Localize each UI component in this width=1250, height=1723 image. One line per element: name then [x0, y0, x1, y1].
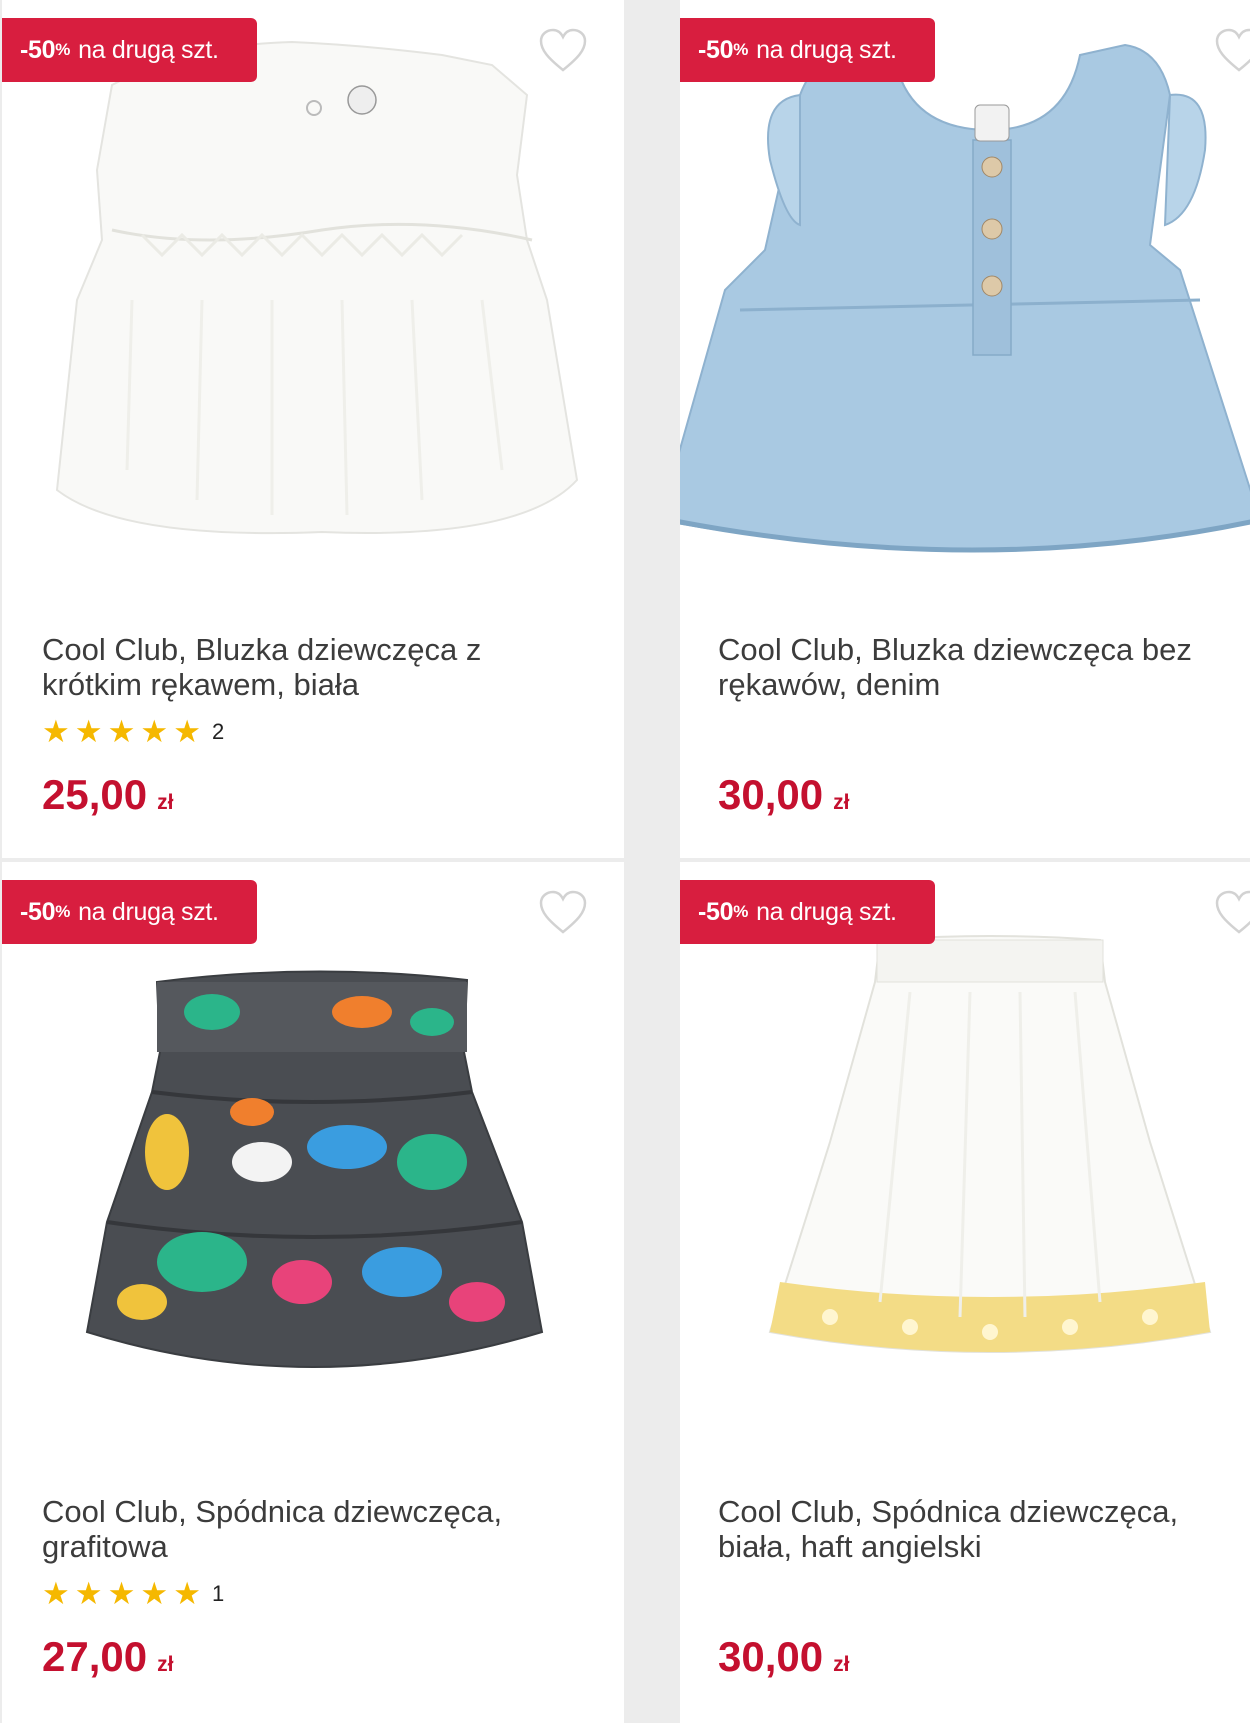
star-icon: ★ — [42, 1576, 70, 1611]
rating-count: 2 — [211, 718, 225, 744]
star-icon: ★ — [74, 1576, 103, 1611]
product-image[interactable] — [680, 862, 1250, 1462]
wishlist-heart-icon[interactable] — [1214, 890, 1250, 936]
star-icon: ★ — [173, 714, 201, 749]
price: 30,00 zł — [718, 1633, 850, 1680]
product-image[interactable] — [2, 0, 624, 600]
promo-badge: -50% na drugą szt. — [2, 18, 257, 82]
star-icon: ★ — [42, 714, 70, 749]
promo-badge: -50% na drugą szt. — [680, 18, 935, 82]
product-card[interactable]: -50% na drugą szt. Cool Club, Spódnica dz… — [680, 862, 1250, 1723]
star-icon: ★ — [107, 714, 136, 749]
rating-count: 1 — [211, 1580, 225, 1606]
star-icon: ★ — [74, 714, 103, 749]
rating: ★ ★ ★ ★ ★ 1 — [42, 1578, 224, 1609]
rating: ★ ★ ★ ★ ★ 2 — [42, 716, 224, 747]
promo-badge: -50% na drugą szt. — [680, 880, 935, 944]
product-card[interactable]: -50% na drugą szt. Cool Club, Spódnica dz… — [2, 862, 624, 1723]
product-card[interactable]: -50% na drugą szt. Cool Club, Bluzka dzie… — [2, 0, 624, 858]
star-icon: ★ — [140, 714, 169, 749]
wishlist-heart-icon[interactable] — [1214, 28, 1250, 74]
price: 27,00 zł — [42, 1633, 174, 1680]
product-image[interactable] — [2, 862, 624, 1462]
product-title[interactable]: Cool Club, Bluzka dziewczęca z krótkim r… — [42, 632, 562, 702]
promo-badge: -50% na drugą szt. — [2, 880, 257, 944]
product-title[interactable]: Cool Club, Spódnica dziewczęca, biała, h… — [718, 1494, 1248, 1564]
wishlist-heart-icon[interactable] — [538, 890, 588, 936]
product-image[interactable] — [680, 0, 1250, 600]
product-title[interactable]: Cool Club, Bluzka dziewczęca bez rękawów… — [718, 632, 1248, 702]
wishlist-heart-icon[interactable] — [538, 28, 588, 74]
price: 30,00 zł — [718, 771, 850, 818]
product-title[interactable]: Cool Club, Spódnica dziewczęca, grafitow… — [42, 1494, 562, 1564]
product-card[interactable]: -50% na drugą szt. Cool Club, Bluzka dzie… — [680, 0, 1250, 858]
price: 25,00 zł — [42, 771, 174, 818]
star-icon: ★ — [107, 1576, 136, 1611]
star-icon: ★ — [173, 1576, 201, 1611]
star-icon: ★ — [140, 1576, 169, 1611]
